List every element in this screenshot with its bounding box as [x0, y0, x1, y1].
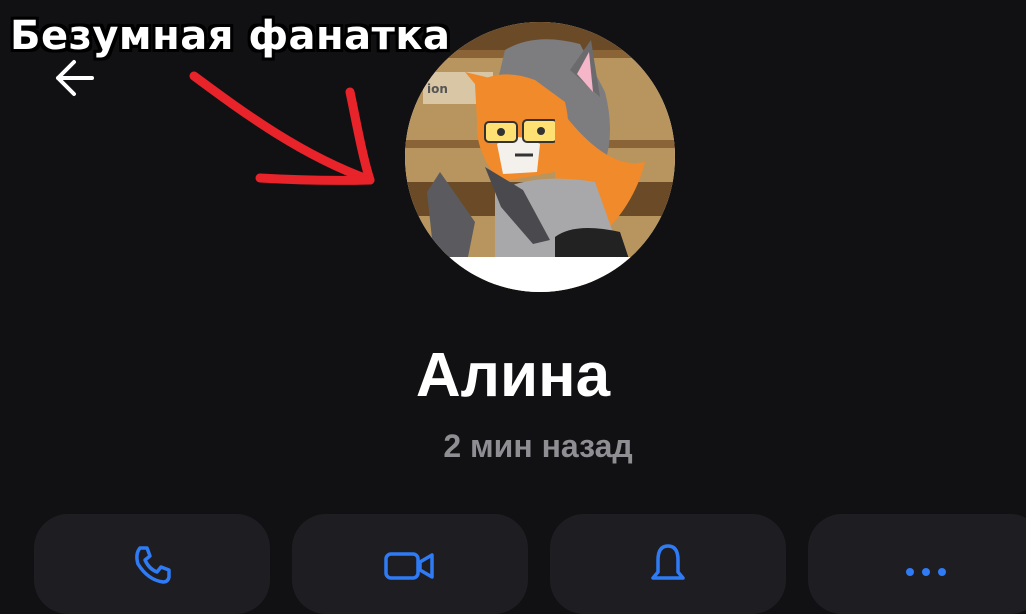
- profile-avatar[interactable]: ion: [405, 22, 675, 292]
- bell-icon: [651, 544, 685, 580]
- avatar-sign-text: ion: [427, 82, 448, 96]
- avatar-image: ion: [405, 22, 675, 292]
- arrow-left-icon: [56, 60, 94, 96]
- last-seen-status: 2 мин назад: [443, 428, 633, 464]
- phone-icon: [135, 546, 171, 584]
- mute-button[interactable]: [550, 514, 786, 614]
- back-button[interactable]: [48, 54, 100, 102]
- video-call-button[interactable]: [292, 514, 528, 614]
- more-button[interactable]: [808, 514, 1026, 614]
- video-camera-icon: [384, 552, 434, 580]
- red-annotation-arrow: [189, 71, 375, 185]
- contact-name: Алина: [415, 341, 611, 410]
- call-button[interactable]: [34, 514, 270, 614]
- action-bar: [0, 514, 1026, 614]
- meme-caption: Безумная фанатка: [10, 13, 451, 59]
- more-dots-icon: [906, 568, 946, 576]
